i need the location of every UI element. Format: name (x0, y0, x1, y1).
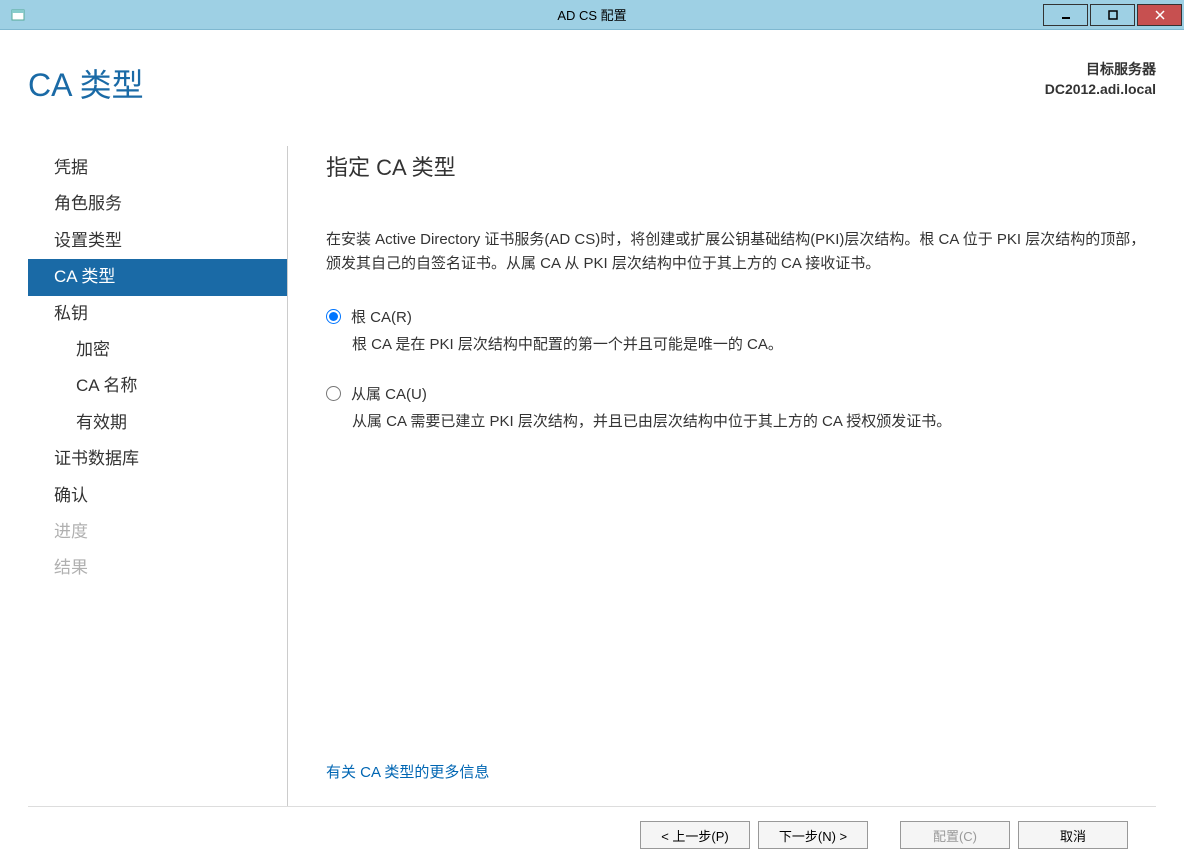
titlebar: AD CS 配置 (0, 0, 1184, 30)
sidebar-item-9[interactable]: 确认 (28, 478, 287, 514)
radio-option-1: 从属 CA(U) 从属 CA 需要已建立 PKI 层次结构，并且已由层次结构中位于… (326, 383, 1156, 434)
sidebar-item-5[interactable]: 加密 (28, 332, 287, 368)
configure-button[interactable]: 配置(C) (900, 821, 1010, 849)
radio-group: 根 CA(R) 根 CA 是在 PKI 层次结构中配置的第一个并且可能是唯一的 C… (326, 306, 1156, 460)
radio-label-0: 根 CA(R) (351, 306, 412, 327)
maximize-button[interactable] (1090, 4, 1135, 26)
radio-row-0[interactable]: 根 CA(R) (326, 306, 1156, 327)
sidebar-item-8[interactable]: 证书数据库 (28, 441, 287, 477)
target-server-label: 目标服务器 (1045, 60, 1156, 80)
main-panel: 指定 CA 类型 在安装 Active Directory 证书服务(AD CS… (288, 146, 1156, 806)
main-heading: 指定 CA 类型 (326, 150, 1156, 182)
sidebar-item-6[interactable]: CA 名称 (28, 368, 287, 404)
page-title: CA 类型 (28, 60, 144, 106)
more-info-link[interactable]: 有关 CA 类型的更多信息 (326, 761, 1156, 782)
button-bar: < 上一步(P) 下一步(N) > 配置(C) 取消 (28, 806, 1156, 863)
previous-button[interactable]: < 上一步(P) (640, 821, 750, 849)
radio-input-1[interactable] (326, 386, 341, 401)
radio-row-1[interactable]: 从属 CA(U) (326, 383, 1156, 404)
sidebar-item-4[interactable]: 私钥 (28, 296, 287, 332)
radio-option-0: 根 CA(R) 根 CA 是在 PKI 层次结构中配置的第一个并且可能是唯一的 C… (326, 306, 1156, 357)
minimize-button[interactable] (1043, 4, 1088, 26)
sidebar-item-0[interactable]: 凭据 (28, 150, 287, 186)
cancel-button[interactable]: 取消 (1018, 821, 1128, 849)
sidebar-item-3[interactable]: CA 类型 (28, 259, 287, 295)
target-server-value: DC2012.adi.local (1045, 80, 1156, 100)
sidebar-item-11: 结果 (28, 550, 287, 586)
sidebar-item-2[interactable]: 设置类型 (28, 223, 287, 259)
close-button[interactable] (1137, 4, 1182, 26)
sidebar-item-7[interactable]: 有效期 (28, 405, 287, 441)
radio-desc-0: 根 CA 是在 PKI 层次结构中配置的第一个并且可能是唯一的 CA。 (352, 333, 1132, 357)
sidebar: 凭据角色服务设置类型CA 类型私钥加密CA 名称有效期证书数据库确认进度结果 (28, 146, 288, 806)
app-icon (8, 5, 28, 25)
main-description: 在安装 Active Directory 证书服务(AD CS)时，将创建或扩展… (326, 228, 1146, 276)
radio-desc-1: 从属 CA 需要已建立 PKI 层次结构，并且已由层次结构中位于其上方的 CA … (352, 410, 1132, 434)
next-button[interactable]: 下一步(N) > (758, 821, 868, 849)
sidebar-item-10: 进度 (28, 514, 287, 550)
radio-label-1: 从属 CA(U) (351, 383, 427, 404)
radio-input-0[interactable] (326, 309, 341, 324)
window-title: AD CS 配置 (557, 5, 626, 24)
window-controls (1043, 4, 1184, 26)
target-server: 目标服务器 DC2012.adi.local (1045, 60, 1156, 99)
sidebar-item-1[interactable]: 角色服务 (28, 186, 287, 222)
